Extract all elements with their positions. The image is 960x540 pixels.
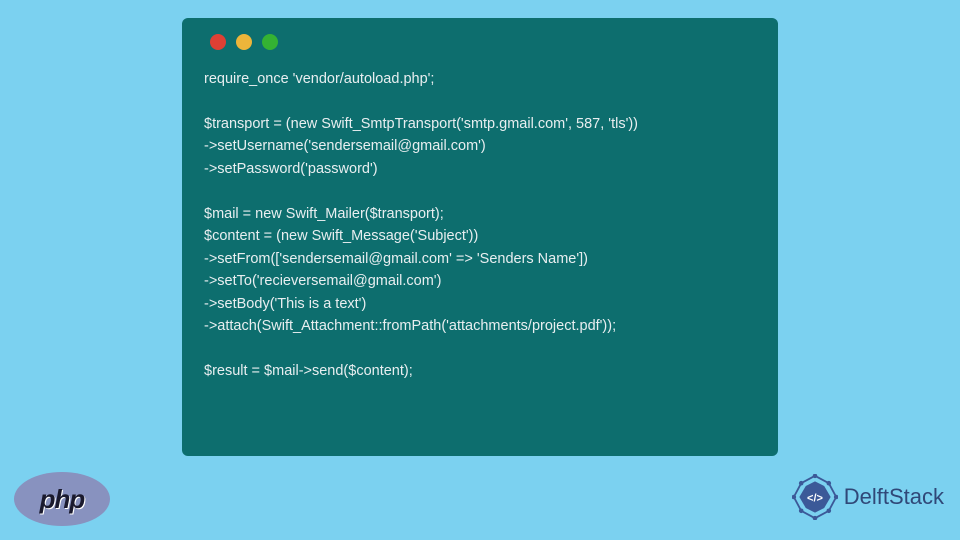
code-line: $result = $mail->send($content); — [204, 363, 413, 379]
window-controls — [204, 34, 756, 50]
close-dot-icon — [210, 34, 226, 50]
code-line: $transport = (new Swift_SmtpTransport('s… — [204, 116, 638, 132]
code-line: $content = (new Swift_Message('Subject')… — [204, 228, 478, 244]
code-line: ->setTo('recieversemail@gmail.com') — [204, 273, 441, 289]
minimize-dot-icon — [236, 34, 252, 50]
code-content: require_once 'vendor/autoload.php'; $tra… — [204, 68, 756, 383]
code-line: ->setFrom(['sendersemail@gmail.com' => '… — [204, 251, 588, 267]
php-logo-bg-icon: php — [14, 472, 110, 526]
code-line: $mail = new Swift_Mailer($transport); — [204, 206, 444, 222]
php-logo: php — [14, 472, 110, 526]
delftstack-icon: </> — [792, 474, 838, 520]
code-line: require_once 'vendor/autoload.php'; — [204, 71, 434, 87]
code-line: ->setUsername('sendersemail@gmail.com') — [204, 138, 486, 154]
delftstack-text: DelftStack — [844, 484, 944, 510]
svg-text:</>: </> — [807, 493, 823, 505]
php-logo-text: php — [40, 484, 85, 515]
code-window: require_once 'vendor/autoload.php'; $tra… — [182, 18, 778, 456]
code-line: ->setPassword('password') — [204, 161, 378, 177]
delftstack-logo: </> DelftStack — [792, 474, 944, 520]
maximize-dot-icon — [262, 34, 278, 50]
code-line: ->setBody('This is a text') — [204, 296, 366, 312]
code-line: ->attach(Swift_Attachment::fromPath('att… — [204, 318, 616, 334]
